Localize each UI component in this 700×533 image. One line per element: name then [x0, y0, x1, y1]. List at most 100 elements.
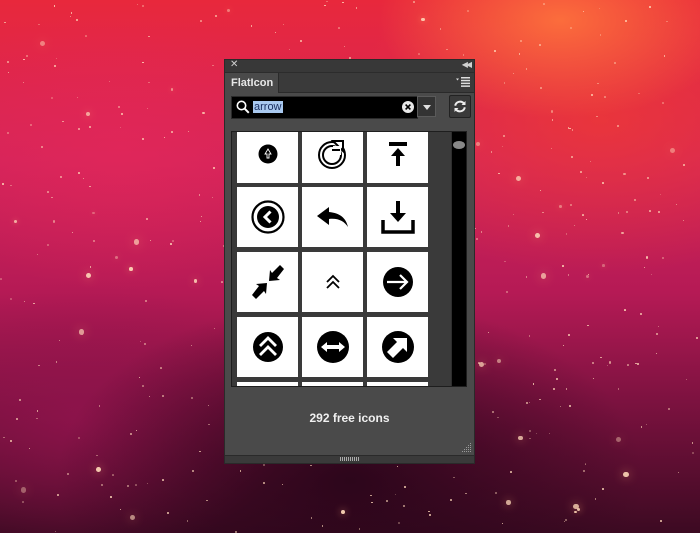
star — [186, 520, 189, 522]
star — [550, 110, 554, 113]
star — [498, 172, 500, 175]
icon-tile-circle-arrow-right[interactable] — [367, 252, 428, 312]
star — [655, 352, 658, 355]
star — [50, 96, 53, 99]
star — [526, 402, 528, 404]
icon-tile-partial[interactable] — [302, 382, 363, 386]
star — [510, 471, 513, 474]
star — [568, 334, 571, 336]
icon-tile-partial[interactable] — [367, 382, 428, 386]
star — [163, 136, 166, 139]
star — [662, 102, 664, 105]
star — [59, 340, 61, 342]
star — [47, 191, 49, 193]
star — [418, 53, 421, 56]
star — [160, 367, 162, 369]
star — [208, 423, 210, 426]
search-box[interactable]: arrow — [231, 96, 418, 119]
star — [127, 484, 130, 487]
star — [10, 298, 12, 301]
search-history-dropdown[interactable] — [417, 96, 436, 117]
icon-tile-double-chevron-up[interactable] — [302, 252, 363, 312]
star — [645, 423, 648, 426]
icon-tile-upload-to-top[interactable] — [367, 132, 428, 183]
star — [14, 220, 17, 224]
star — [119, 509, 121, 511]
star — [639, 313, 642, 316]
icon-tile-circle-left-right-arrow[interactable] — [302, 317, 363, 377]
star — [214, 327, 216, 329]
star — [200, 220, 202, 222]
star — [202, 112, 205, 115]
panel-titlebar[interactable]: ✕ ◀◀ — [225, 59, 474, 73]
star — [666, 20, 668, 23]
star — [584, 464, 586, 466]
star — [355, 6, 358, 9]
star — [589, 161, 591, 163]
icon-tile-circle-chevron-left[interactable] — [237, 187, 298, 247]
icon-tile-partial[interactable] — [237, 382, 298, 386]
star — [81, 333, 83, 336]
star — [623, 173, 626, 176]
star — [171, 239, 174, 242]
star — [170, 243, 173, 246]
star — [85, 273, 91, 279]
star — [643, 266, 645, 269]
panel-bottom-bar — [225, 455, 474, 463]
star — [614, 61, 616, 64]
icon-tile-refresh-circular-arrow[interactable] — [302, 132, 363, 183]
star — [14, 479, 17, 482]
star — [337, 26, 340, 29]
search-input[interactable]: arrow — [253, 101, 283, 113]
star — [649, 210, 651, 212]
icon-tile-download-tray[interactable] — [367, 187, 428, 247]
icon-tile-circle-arrow-up-right[interactable] — [367, 317, 428, 377]
star — [310, 464, 312, 467]
icon-tile-circle-double-chevron-up[interactable] — [237, 317, 298, 377]
refresh-button[interactable] — [449, 95, 471, 118]
star — [82, 177, 85, 179]
star — [109, 495, 112, 498]
star — [54, 530, 56, 533]
star — [504, 260, 506, 263]
star — [310, 517, 313, 519]
star — [565, 233, 568, 236]
star — [3, 436, 5, 439]
tab-flaticon[interactable]: FlatIcon — [225, 73, 279, 93]
star — [598, 7, 600, 10]
star — [41, 145, 44, 148]
star — [695, 337, 699, 340]
star — [662, 256, 664, 259]
panel-drag-handle[interactable] — [339, 457, 360, 461]
star — [640, 426, 642, 428]
icon-tile-circle-up-arrow-outline[interactable] — [237, 132, 298, 183]
star — [487, 331, 489, 333]
star — [453, 476, 456, 479]
close-icon[interactable]: ✕ — [230, 59, 238, 71]
star — [213, 167, 216, 170]
scrollbar-thumb[interactable] — [453, 141, 465, 149]
star — [475, 141, 480, 147]
star — [518, 52, 521, 55]
star — [669, 147, 675, 153]
star — [502, 145, 504, 147]
double-chevron-left-icon[interactable]: ◀◀ — [462, 59, 472, 71]
star — [275, 32, 277, 34]
results-count: 292 free icons — [309, 411, 390, 425]
star — [538, 44, 541, 47]
star — [18, 399, 21, 402]
icon-results-grid — [231, 131, 467, 387]
star — [570, 26, 573, 29]
panel-menu-icon[interactable] — [456, 77, 470, 87]
star — [69, 16, 71, 18]
star — [342, 1, 344, 3]
star — [114, 255, 119, 260]
icon-tile-reply-arrow[interactable] — [302, 187, 363, 247]
clear-search-icon[interactable] — [402, 101, 414, 113]
star — [148, 35, 150, 38]
resize-grip-icon[interactable] — [460, 441, 472, 453]
star — [559, 406, 562, 408]
results-scrollbar[interactable] — [451, 132, 466, 386]
star — [60, 175, 63, 178]
icon-tile-collapse-arrows[interactable] — [237, 252, 298, 312]
